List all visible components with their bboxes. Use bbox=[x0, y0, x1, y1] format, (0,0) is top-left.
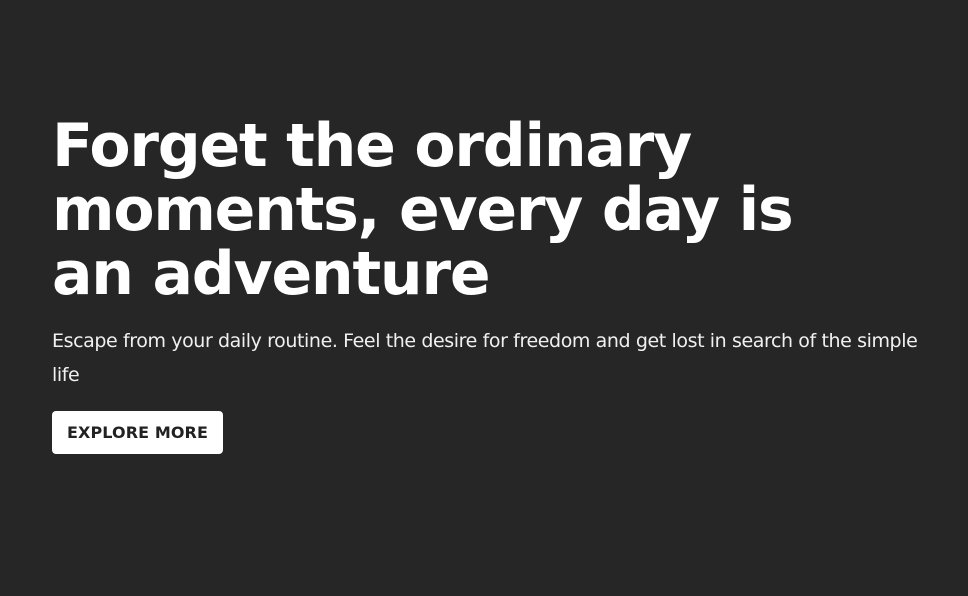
explore-more-button[interactable]: EXPLORE MORE bbox=[52, 411, 224, 454]
hero-title: Forget the ordinary moments, every day i… bbox=[52, 111, 794, 309]
hero-subtitle: Escape from your daily routine. Feel the… bbox=[52, 330, 918, 386]
hero-section: Forget the ordinary moments, every day i… bbox=[52, 114, 932, 454]
